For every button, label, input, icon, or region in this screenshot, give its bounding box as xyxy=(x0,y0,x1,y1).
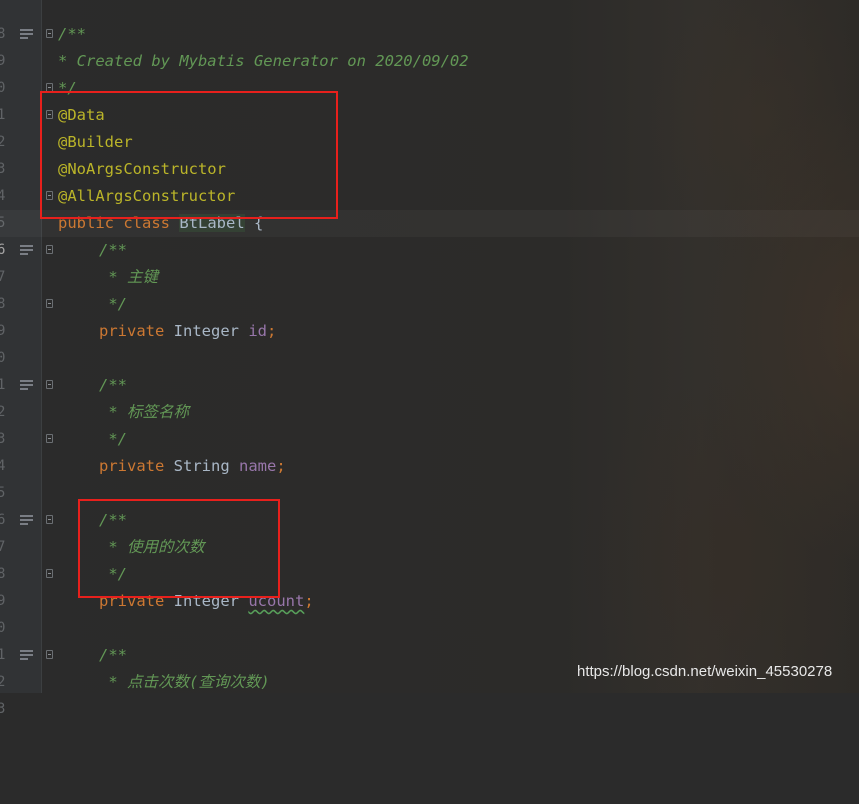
field-declaration: private String name; xyxy=(99,453,286,480)
code-line[interactable]: 1 xyxy=(0,615,859,663)
code-line[interactable]: 9 */ xyxy=(0,291,859,339)
doc-comment-text: /** xyxy=(99,376,127,394)
line-number: 3 xyxy=(0,701,6,717)
fold-marker-icon[interactable] xyxy=(46,380,53,389)
doc-comment-text: /** xyxy=(58,25,86,43)
fold-marker-icon[interactable] xyxy=(46,29,53,38)
field-declaration: private Integer id; xyxy=(99,318,276,345)
doc-comment-toggle-icon[interactable] xyxy=(20,245,33,256)
keyword: private xyxy=(99,457,165,475)
code-line[interactable]: 8 xyxy=(0,0,859,42)
code-line[interactable]: 1 xyxy=(0,345,859,393)
field-name: id xyxy=(248,322,268,340)
fold-marker-icon[interactable] xyxy=(46,569,53,578)
fold-marker-icon[interactable] xyxy=(46,299,53,308)
type-name: Integer xyxy=(173,322,239,340)
code-line[interactable]: 0 private Integer id; xyxy=(0,318,859,366)
code-line[interactable]: 9 /** xyxy=(0,21,859,69)
watermark-text: https://blog.csdn.net/weixin_45530278 xyxy=(577,663,833,680)
code-line[interactable]: 4 */ xyxy=(0,426,859,474)
code-line[interactable]: 7 /** xyxy=(0,237,859,285)
doc-comment-text: /** xyxy=(99,241,127,259)
semicolon: ; xyxy=(267,322,277,340)
doc-comment-text: * Created by Mybatis Generator on 2020/0… xyxy=(58,52,469,70)
doc-comment-text: */ xyxy=(99,295,127,313)
doc-comment-text: * 点击次数(查询次数) xyxy=(99,673,270,691)
fold-marker-icon[interactable] xyxy=(46,515,53,524)
fold-marker-icon[interactable] xyxy=(46,650,53,659)
doc-comment-text: * 主键 xyxy=(99,268,158,286)
highlight-box-comment xyxy=(78,499,280,598)
semicolon: ; xyxy=(276,457,286,475)
semicolon: ; xyxy=(304,592,314,610)
doc-comment-toggle-icon[interactable] xyxy=(20,515,33,526)
fold-marker-icon[interactable] xyxy=(46,434,53,443)
field-name: name xyxy=(239,457,277,475)
code-line[interactable]: 0 * Created by Mybatis Generator on 2020… xyxy=(0,48,859,96)
doc-comment-toggle-icon[interactable] xyxy=(20,29,33,40)
type-name: String xyxy=(173,457,230,475)
doc-comment-text: * 标签名称 xyxy=(99,403,189,421)
code-line[interactable]: 3 * 标签名称 xyxy=(0,399,859,447)
highlight-box-annotations xyxy=(40,91,338,219)
doc-comment-text: /** xyxy=(99,646,127,664)
fold-marker-icon[interactable] xyxy=(46,245,53,254)
doc-comment-toggle-icon[interactable] xyxy=(20,380,33,391)
code-line[interactable]: 5 private String name; xyxy=(0,453,859,501)
keyword: private xyxy=(99,322,165,340)
doc-comment-text: */ xyxy=(99,430,127,448)
code-line[interactable]: 8 * 主键 xyxy=(0,264,859,312)
doc-comment-toggle-icon[interactable] xyxy=(20,650,33,661)
code-line[interactable]: 2 /** xyxy=(0,372,859,420)
